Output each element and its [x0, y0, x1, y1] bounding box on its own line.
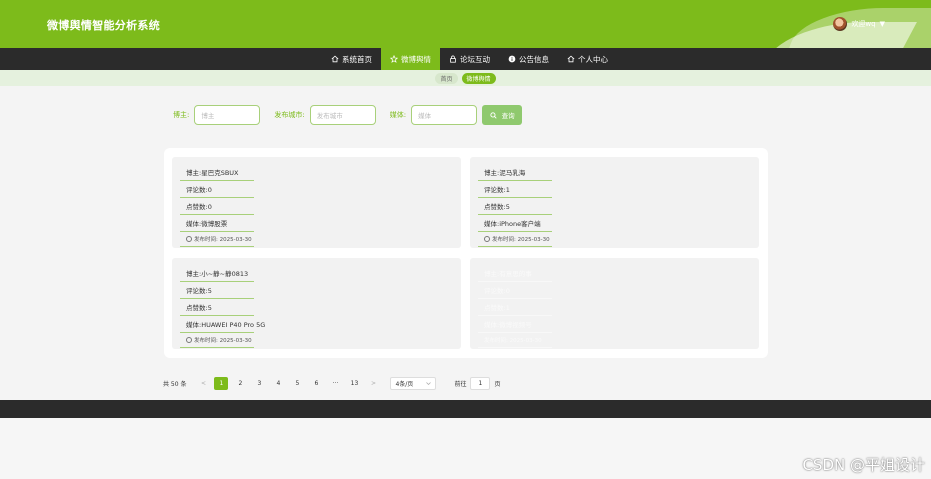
- nav-label: 论坛互动: [460, 54, 490, 64]
- nav-label: 系统首页: [342, 54, 372, 64]
- avatar[interactable]: [833, 17, 848, 31]
- search-button-label: 查询: [501, 112, 515, 120]
- card-blogger: 博主:泥马乳海: [478, 163, 552, 181]
- chevron-down-icon: [426, 382, 432, 386]
- card-time-text: 发布时间: 2025-03-30: [194, 338, 252, 344]
- card-comments: 评论数:5: [180, 281, 254, 299]
- card-media: 媒体:HUAWEI P40 Pro 5G: [180, 315, 265, 333]
- card-time-text: 发布时间: 2025-03-30: [484, 338, 542, 344]
- card-time: 发布时间: 2025-03-30: [180, 231, 254, 247]
- filter-bar: 博主: 博主 发布城市: 发布城市 媒体: 媒体 查询: [173, 105, 523, 125]
- nav-item-home[interactable]: 系统首页: [322, 48, 381, 70]
- page-ellipsis[interactable]: ···: [328, 377, 342, 390]
- card-time-text: 发布时间: 2025-03-30: [492, 237, 550, 243]
- post-card[interactable]: 博主:泥马乳海 评论数:1 点赞数:5 媒体:iPhone客户端 发布时间: 2…: [470, 157, 759, 248]
- breadcrumb-home[interactable]: 首页: [435, 72, 458, 84]
- card-media: 媒体:微博股票: [180, 214, 254, 232]
- card-likes: 点赞数:5: [180, 298, 254, 316]
- media-input[interactable]: 媒体: [411, 105, 478, 125]
- card-likes: 点赞数:0: [180, 197, 254, 215]
- nav-item-notice[interactable]: 公告信息: [499, 48, 558, 70]
- page-number[interactable]: 3: [252, 377, 266, 390]
- pagination-next[interactable]: >: [366, 380, 380, 387]
- star-icon: [390, 55, 398, 63]
- page-number[interactable]: 5: [290, 377, 304, 390]
- blogger-label: 博主:: [173, 111, 190, 119]
- search-icon: [489, 111, 497, 119]
- clock-icon: [186, 236, 192, 242]
- city-label: 发布城市:: [274, 111, 305, 119]
- blogger-input[interactable]: 博主: [194, 105, 261, 125]
- nav-item-profile[interactable]: 个人中心: [558, 48, 617, 70]
- card-time: 发布时间: 2025-03-30: [478, 332, 552, 348]
- page-number[interactable]: 13: [347, 377, 361, 390]
- card-time: 发布时间: 2025-03-30: [180, 332, 254, 348]
- nav-label: 公告信息: [519, 54, 549, 64]
- page-number[interactable]: 1: [214, 377, 229, 390]
- goto-page-input[interactable]: 1: [470, 377, 491, 390]
- info-icon: [508, 55, 516, 63]
- card-blogger: 博主:星巴克SBUX: [180, 163, 254, 181]
- card-time-text: 发布时间: 2025-03-30: [194, 237, 252, 243]
- page-number[interactable]: 4: [271, 377, 285, 390]
- media-label: 媒体:: [389, 111, 407, 119]
- chevron-down-icon[interactable]: ▼: [880, 20, 885, 28]
- clock-icon: [186, 337, 192, 343]
- card-blogger: 博主:小~静~静0813: [180, 264, 254, 282]
- nav-label: 个人中心: [578, 54, 608, 64]
- city-input[interactable]: 发布城市: [309, 105, 376, 125]
- lock-icon: [450, 55, 456, 63]
- card-comments: 评论数:0: [180, 180, 254, 198]
- main-nav: 系统首页 微博舆情 论坛互动 公告信息 个人中心: [0, 48, 931, 70]
- header-bar: 微博舆情智能分析系统 欢迎wq ▼: [0, 0, 931, 48]
- page-size-select[interactable]: 4条/页: [390, 377, 437, 390]
- card-blogger: 博主:有意思的事: [478, 264, 552, 282]
- home-icon: [567, 55, 575, 63]
- page-bottom: [0, 418, 931, 479]
- home-icon: [331, 55, 339, 63]
- clock-icon: [484, 236, 490, 242]
- card-time: 发布时间: 2025-03-30: [478, 231, 552, 247]
- post-card[interactable]: 博主:有意思的事 评论数:0 点赞数:1 媒体:微博视频号 发布时间: 2025…: [470, 258, 759, 349]
- watermark: CSDN @平姐设计: [802, 456, 925, 474]
- pagination-total: 共 50 条: [163, 381, 187, 388]
- post-card[interactable]: 博主:星巴克SBUX 评论数:0 点赞数:0 媒体:微博股票 发布时间: 202…: [172, 157, 461, 248]
- post-list-panel: 博主:星巴克SBUX 评论数:0 点赞数:0 媒体:微博股票 发布时间: 202…: [164, 148, 768, 358]
- nav-item-forum[interactable]: 论坛互动: [440, 48, 499, 70]
- card-media: 媒体:iPhone客户端: [478, 214, 552, 232]
- user-menu[interactable]: 欢迎wq ▼: [833, 17, 885, 31]
- card-likes: 点赞数:5: [478, 197, 552, 215]
- page-number[interactable]: 6: [309, 377, 323, 390]
- breadcrumb: 首页 微博舆情: [0, 70, 931, 86]
- page-size-value: 4条/页: [395, 381, 414, 388]
- footer-bar: [0, 400, 931, 418]
- welcome-text[interactable]: 欢迎wq: [851, 19, 875, 29]
- pagination-prev[interactable]: <: [196, 380, 210, 387]
- post-card[interactable]: 博主:小~静~静0813 评论数:5 点赞数:5 媒体:HUAWEI P40 P…: [172, 258, 461, 349]
- nav-label: 微博舆情: [401, 54, 431, 64]
- card-comments: 评论数:1: [478, 180, 552, 198]
- breadcrumb-current: 微博舆情: [461, 72, 496, 84]
- pagination: 共 50 条 < 1 2 3 4 5 6 ··· 13 > 4条/页 前往 1 …: [163, 377, 500, 390]
- card-likes: 点赞数:1: [478, 298, 552, 316]
- search-button[interactable]: 查询: [482, 105, 523, 125]
- goto-suffix: 页: [494, 381, 501, 388]
- app-title: 微博舆情智能分析系统: [47, 19, 160, 32]
- goto-label: 前往: [454, 381, 467, 388]
- nav-item-weibo[interactable]: 微博舆情: [381, 48, 440, 70]
- card-media: 媒体:微博视频号: [478, 315, 552, 333]
- page-number[interactable]: 2: [233, 377, 247, 390]
- card-comments: 评论数:0: [478, 281, 552, 299]
